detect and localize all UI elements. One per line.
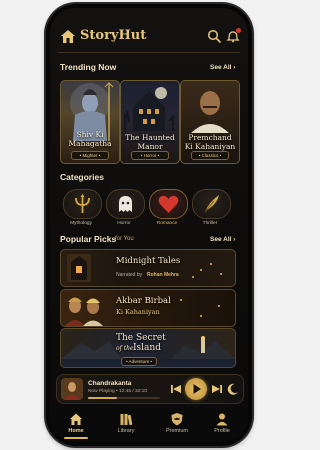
pick-narrator-prefix: Narrated by: [116, 272, 143, 278]
pick-genre-tag: • Adventure •: [121, 357, 157, 366]
trending-title: Trending Now: [60, 62, 117, 72]
app-title: StoryHut: [80, 28, 147, 43]
nav-profile[interactable]: Profile: [202, 410, 242, 440]
crown-shield-icon: [171, 413, 183, 426]
search-icon[interactable]: [207, 29, 221, 43]
sleep-timer-moon-icon[interactable]: [226, 382, 240, 396]
card-genre-tag: • Mighter •: [71, 151, 109, 160]
category-horror-button[interactable]: [106, 189, 145, 219]
trident-icon: [75, 194, 90, 213]
card-genre-tag: • Classics •: [191, 151, 229, 160]
pick-narrator-name: Rohan Mehra: [147, 272, 179, 278]
popular-pick-secret-island[interactable]: The Secret of the Island • Adventure •: [60, 328, 236, 368]
pick-subtitle: Ki Kahaniyan: [116, 308, 160, 316]
bottom-navigation: Home Library Premium Profile: [50, 408, 248, 442]
card-genre-tag: • Horror •: [131, 151, 169, 160]
category-label: Thriller: [202, 221, 218, 226]
popular-pick-midnight-tales[interactable]: Midnight Tales Narrated by Rohan Mehra: [60, 249, 236, 287]
now-playing-title: Chandrakanta: [88, 380, 132, 387]
header-divider: [58, 52, 240, 53]
now-playing-cover: [61, 378, 83, 400]
library-icon: [120, 414, 133, 426]
card-title-line1: Shiv Ki: [76, 130, 104, 139]
play-icon: [193, 384, 201, 394]
trending-card-premchand[interactable]: Premchand Ki Kahaniyan • Classics •: [180, 80, 240, 164]
category-mythology-button[interactable]: [63, 189, 102, 219]
nav-label: Premium: [165, 428, 188, 434]
pick-title-line2a: of the: [116, 345, 134, 352]
hut-logo-icon: [61, 30, 75, 43]
home-icon: [70, 413, 82, 425]
skip-forward-icon[interactable]: [210, 382, 224, 396]
card-title-line2: Manor: [137, 142, 163, 151]
nav-label: Home: [68, 428, 84, 434]
profile-icon: [216, 413, 228, 426]
quill-icon: [204, 195, 219, 213]
category-romance-button[interactable]: [149, 189, 188, 219]
trending-card-haunted-manor[interactable]: The Haunted Manor • Horror •: [120, 80, 180, 164]
category-label: Horror: [117, 221, 131, 226]
playback-progress-fill: [88, 397, 117, 399]
pick-title-line2b: Island: [133, 343, 161, 353]
now-playing-status: Now Playing • 12:45 / 32:10: [88, 389, 148, 394]
nav-home[interactable]: Home: [56, 410, 96, 440]
play-button[interactable]: [185, 378, 207, 400]
ghost-icon: [119, 196, 132, 212]
category-label: Romance: [156, 221, 178, 226]
nav-premium[interactable]: Premium: [157, 410, 197, 440]
popular-pick-akbar-birbal[interactable]: Akbar Birbal Ki Kahaniyan: [60, 289, 236, 327]
category-thriller-button[interactable]: [192, 189, 231, 219]
category-label: Mythology: [70, 221, 92, 226]
app-screen: StoryHut Trending Now See All › Shiv Ki …: [50, 8, 248, 442]
phone-frame: StoryHut Trending Now See All › Shiv Ki …: [46, 4, 252, 446]
active-tab-indicator: [64, 437, 88, 439]
nav-library[interactable]: Library: [106, 410, 146, 440]
popular-title: Popular Picks: [60, 234, 117, 244]
notification-dot: [236, 28, 241, 33]
categories-title: Categories: [60, 172, 104, 182]
nav-label: Profile: [214, 428, 230, 434]
playback-progress-bar[interactable]: [88, 397, 160, 399]
pick-title-line1: The Secret: [116, 333, 166, 343]
skip-back-icon[interactable]: [169, 382, 183, 396]
trending-card-shiv[interactable]: Shiv Ki Mahagatha • Mighter •: [60, 80, 120, 164]
card-title-line2: Mahagatha: [68, 139, 112, 148]
mini-player[interactable]: Chandrakanta Now Playing • 12:45 / 32:10: [56, 374, 244, 404]
popular-subtitle: for You: [115, 236, 134, 242]
card-title-line1: The Haunted: [125, 133, 175, 142]
pick-title: Midnight Tales: [116, 256, 181, 266]
popular-see-all-link[interactable]: See All ›: [210, 236, 235, 243]
heart-icon: [158, 195, 179, 213]
card-title-line1: Premchand: [188, 133, 232, 142]
app-header: StoryHut: [50, 18, 248, 48]
card-title-line2: Ki Kahaniyan: [184, 142, 236, 151]
nav-label: Library: [117, 428, 135, 434]
trending-see-all-link[interactable]: See All ›: [210, 64, 235, 71]
pick-title: Akbar Birbal: [116, 296, 171, 306]
